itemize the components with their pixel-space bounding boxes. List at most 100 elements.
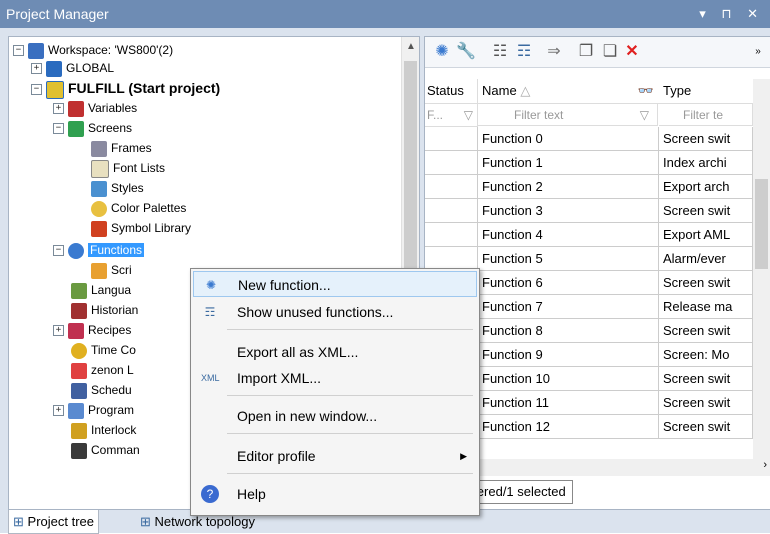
type-cell[interactable]: Index archi [659, 151, 753, 175]
tree-item-programming[interactable]: + Program [53, 401, 134, 419]
menu-show-unused[interactable]: ☶ Show unused functions... [193, 299, 477, 325]
type-cell[interactable]: Alarm/ever [659, 247, 753, 271]
tree-item-project[interactable]: − FULFILL (Start project) [31, 79, 220, 99]
context-menu: ✺ New function... ☶ Show unused functions.… [190, 268, 480, 516]
tree-item-recipes[interactable]: + Recipes [53, 321, 131, 339]
filter-type[interactable]: Filter te [659, 104, 753, 126]
type-cell[interactable]: Screen swit [659, 127, 753, 151]
name-cell[interactable]: Function 1 [478, 151, 659, 175]
xml-icon: XML [201, 373, 220, 383]
grid-scrollbar[interactable] [753, 79, 770, 459]
collapse-icon[interactable]: − [13, 45, 24, 57]
type-cell[interactable]: Screen swit [659, 271, 753, 295]
name-cell[interactable]: Function 9 [478, 343, 659, 367]
expand-icon[interactable]: + [53, 103, 64, 115]
menu-editor-profile[interactable]: Editor profile ▶ [193, 443, 477, 469]
name-cell[interactable]: Function 4 [478, 223, 659, 247]
tree-item-scripts[interactable]: Scri [91, 261, 132, 279]
copy-icon[interactable]: ❐ [575, 41, 597, 63]
status-cell[interactable] [425, 151, 478, 175]
name-cell[interactable]: Function 2 [478, 175, 659, 199]
overflow-icon[interactable]: » [747, 41, 769, 63]
binoculars-icon[interactable]: 👓 [638, 79, 654, 103]
tree-item-symbol-library[interactable]: Symbol Library [91, 219, 191, 237]
type-cell[interactable]: Screen swit [659, 319, 753, 343]
menu-help[interactable]: ? Help [193, 481, 477, 507]
tree-item-frames[interactable]: Frames [91, 139, 152, 157]
font-lists-icon [91, 159, 109, 178]
name-cell[interactable]: Function 6 [478, 271, 659, 295]
scroll-up-icon[interactable]: ▲ [406, 41, 416, 52]
status-cell[interactable] [425, 199, 478, 223]
name-cell[interactable]: Function 10 [478, 367, 659, 391]
status-cell[interactable] [425, 175, 478, 199]
name-cell[interactable]: Function 5 [478, 247, 659, 271]
filter-name[interactable]: Filter text ▽ [478, 104, 658, 126]
name-cell[interactable]: Function 12 [478, 415, 659, 439]
recipes-icon [68, 322, 84, 339]
expand-icon[interactable]: + [53, 325, 64, 337]
tree-item-historian[interactable]: Historian [71, 301, 138, 319]
column-status[interactable]: Status [425, 79, 478, 104]
tab-project-tree[interactable]: ⊞ Project tree [8, 510, 100, 534]
tree-item-styles[interactable]: Styles [91, 179, 144, 197]
menu-open-new-window[interactable]: Open in new window... [193, 403, 477, 429]
filter-status[interactable]: F... ▽ [425, 104, 478, 127]
delete-icon[interactable]: ✕ [621, 41, 643, 63]
tree-item-variables[interactable]: + Variables [53, 99, 137, 117]
export-icon[interactable]: ⇒ [543, 41, 565, 63]
tree-item-time-control[interactable]: Time Co [71, 341, 136, 359]
menu-new-function[interactable]: ✺ New function... [193, 271, 477, 297]
name-cell[interactable]: Function 7 [478, 295, 659, 319]
tree-item-functions[interactable]: − Functions [53, 241, 145, 259]
collapse-icon[interactable]: − [53, 245, 64, 257]
warning-icon [71, 362, 87, 379]
tree-item-zenon[interactable]: zenon L [71, 361, 134, 379]
collapse-icon[interactable]: − [31, 84, 42, 96]
type-cell[interactable]: Screen swit [659, 367, 753, 391]
status-cell[interactable] [425, 223, 478, 247]
name-cell[interactable]: Function 0 [478, 127, 659, 151]
type-cell[interactable]: Screen swit [659, 415, 753, 439]
tree-item-color-palettes[interactable]: Color Palettes [91, 199, 186, 217]
column-type[interactable]: Type [659, 79, 758, 104]
type-cell[interactable]: Screen: Mo [659, 343, 753, 367]
type-cell[interactable]: Export AML [659, 223, 753, 247]
collapse-icon[interactable]: − [53, 123, 64, 135]
wrench-icon[interactable]: 🔧 [455, 41, 477, 63]
tree-item-font-lists[interactable]: Font Lists [91, 159, 165, 178]
expand-icon[interactable]: + [53, 405, 64, 417]
type-cell[interactable]: Screen swit [659, 199, 753, 223]
name-cell[interactable]: Function 11 [478, 391, 659, 415]
status-cell[interactable] [425, 127, 478, 151]
type-cell[interactable]: Release ma [659, 295, 753, 319]
calendar-icon [71, 382, 87, 399]
tree-item-languages[interactable]: Langua [71, 281, 131, 299]
filter-icon[interactable]: ▽ [640, 104, 649, 126]
tree-item-screens[interactable]: − Screens [53, 119, 132, 137]
scroll-thumb[interactable] [755, 179, 768, 269]
column-name[interactable]: Name △ 👓 [478, 79, 663, 104]
tree-item-commands[interactable]: Comman [71, 441, 140, 459]
scroll-right-icon[interactable]: › [763, 459, 767, 471]
expand-icon[interactable]: + [31, 63, 42, 75]
type-cell[interactable]: Screen swit [659, 391, 753, 415]
type-cell[interactable]: Export arch [659, 175, 753, 199]
palette-icon [91, 200, 107, 217]
tree-item-global[interactable]: + GLOBAL [31, 59, 114, 77]
network-icon: ⊞ [140, 514, 151, 529]
new-function-icon[interactable]: ✺ [431, 41, 453, 63]
tree-item-interlocking[interactable]: Interlock [71, 421, 136, 439]
window-controls[interactable]: ▾ ⊓ ✕ [699, 6, 764, 22]
menu-import-xml[interactable]: XML Import XML... [193, 365, 477, 391]
tree-item-scheduler[interactable]: Schedu [71, 381, 132, 399]
list-icon[interactable]: ☷ [489, 41, 511, 63]
unused-icon[interactable]: ☶ [513, 41, 535, 63]
menu-export-all[interactable]: Export all as XML... [193, 339, 477, 365]
filter-icon[interactable]: ▽ [464, 104, 473, 126]
name-cell[interactable]: Function 8 [478, 319, 659, 343]
paste-icon[interactable]: ❏ [599, 41, 621, 63]
tree-item-workspace[interactable]: − Workspace: 'WS800'(2) [13, 41, 173, 59]
name-cell[interactable]: Function 3 [478, 199, 659, 223]
symbol-library-icon [91, 220, 107, 237]
